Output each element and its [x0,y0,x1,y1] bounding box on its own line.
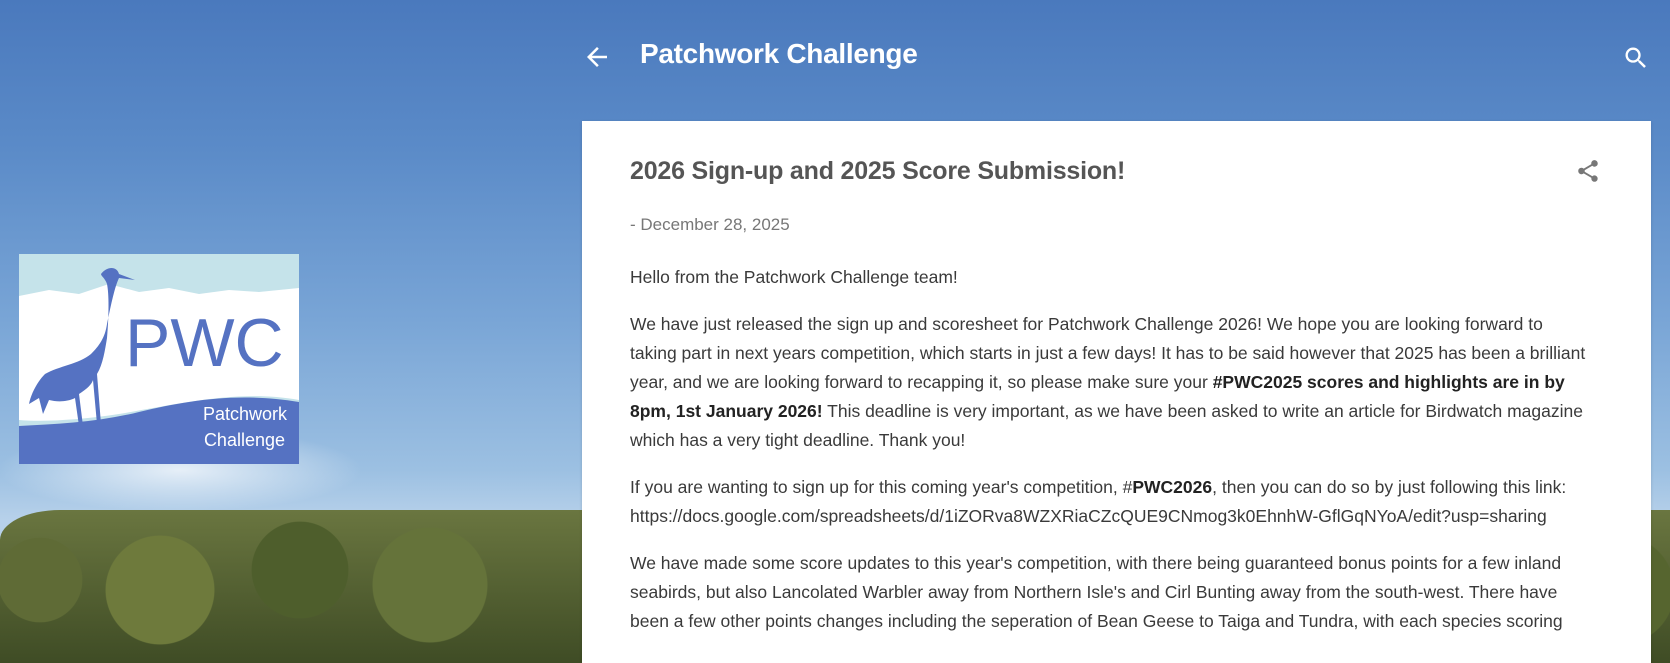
logo-subtitle-line1: Patchwork [203,404,288,424]
paragraph-3-text-b: , then you can do so by just following t… [1212,477,1567,497]
header-bar: Patchwork Challenge [582,28,1670,84]
post-date[interactable]: - December 28, 2025 [630,215,790,235]
blog-title[interactable]: Patchwork Challenge [640,38,918,70]
post-body: Hello from the Patchwork Challenge team!… [630,263,1590,654]
logo-subtitle-line2: Challenge [204,430,285,450]
search-icon[interactable] [1622,44,1650,72]
pwc-logo[interactable]: PWC Patchwork Challenge [19,254,299,464]
post-paragraph-2: We have just released the sign up and sc… [630,310,1590,455]
paragraph-3-bold: PWC2026 [1132,477,1213,497]
post-title[interactable]: 2026 Sign-up and 2025 Score Submission! [630,157,1125,186]
post-card: 2026 Sign-up and 2025 Score Submission! … [582,121,1651,663]
post-paragraph-1: Hello from the Patchwork Challenge team! [630,267,958,287]
signup-link[interactable]: https://docs.google.com/spreadsheets/d/1… [630,506,1547,526]
share-icon[interactable] [1575,157,1601,185]
logo-text: PWC [125,305,284,381]
post-paragraph-4: We have made some score updates to this … [630,553,1563,631]
post-paragraph-3: If you are wanting to sign up for this c… [630,473,1590,531]
paragraph-3-text-a: If you are wanting to sign up for this c… [630,477,1133,497]
arrow-left-icon[interactable] [582,42,612,72]
